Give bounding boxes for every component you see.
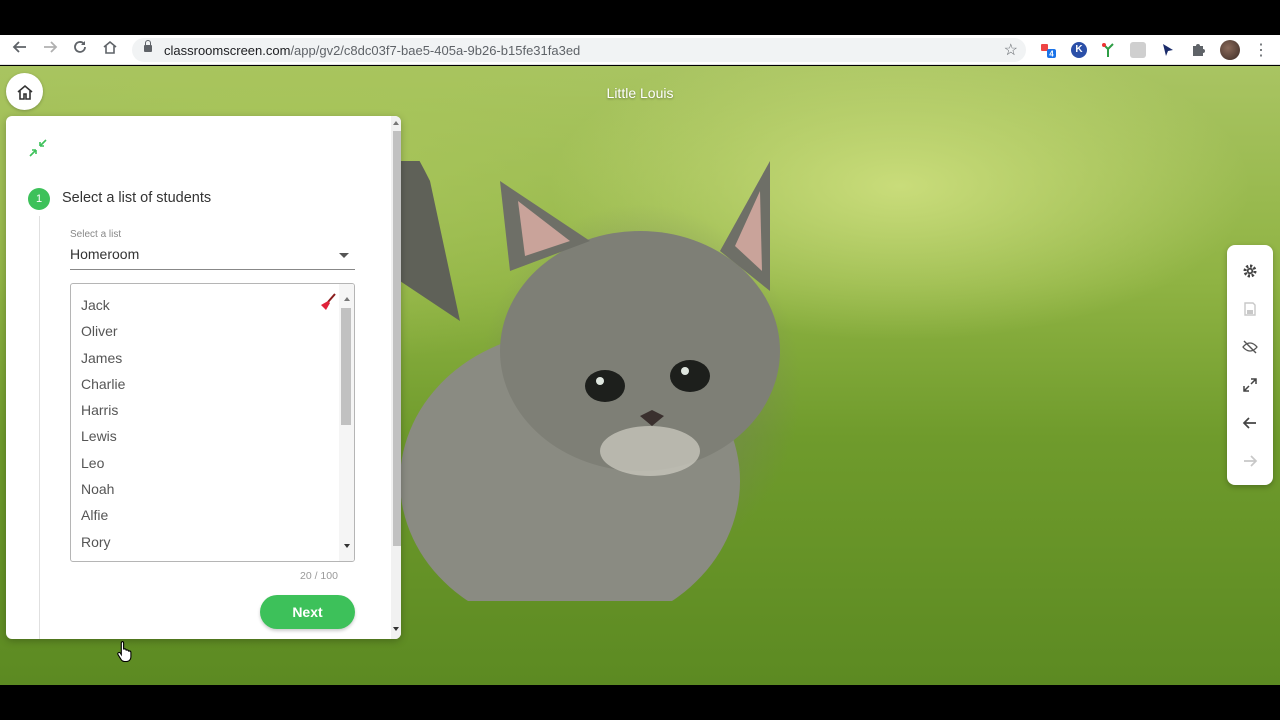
list-item[interactable]: Noah xyxy=(81,476,125,502)
kitten-image xyxy=(400,161,780,601)
url-path: /app/gv2/c8dc03f7-bae5-405a-9b26-b15fe31… xyxy=(290,43,581,58)
top-black-band xyxy=(0,0,1280,35)
k-extension-icon[interactable]: K xyxy=(1071,42,1087,58)
step-number: 1 xyxy=(28,188,50,210)
hide-icon[interactable] xyxy=(1238,335,1262,359)
student-names-textarea[interactable]: Jack Oliver James Charlie Harris Lewis L… xyxy=(70,283,355,562)
extension-badge-count: 4 xyxy=(1049,50,1054,59)
panel-scroll-up-icon[interactable] xyxy=(393,121,399,125)
grey-extension-icon[interactable] xyxy=(1130,42,1146,58)
home-icon xyxy=(16,84,33,100)
list-item[interactable]: Lewis xyxy=(81,423,125,449)
student-list: Jack Oliver James Charlie Harris Lewis L… xyxy=(81,292,125,555)
list-item[interactable]: James xyxy=(81,345,125,371)
undo-arrow-icon[interactable] xyxy=(1238,411,1262,435)
cursor-extension-icon[interactable] xyxy=(1160,42,1176,58)
wallpaper-title: Little Louis xyxy=(606,85,674,101)
panel-scroll-down-icon[interactable] xyxy=(393,627,399,631)
bookmark-star-icon[interactable]: ☆ xyxy=(1004,40,1018,60)
url-host: classroomscreen.com xyxy=(164,43,291,58)
hand-cursor-icon xyxy=(116,640,134,663)
select-list-caption: Select a list xyxy=(70,229,122,240)
list-item[interactable]: Rory xyxy=(81,529,125,555)
profile-avatar[interactable] xyxy=(1220,40,1240,60)
bottom-black-band xyxy=(0,685,1280,720)
puzzle-extensions-icon[interactable] xyxy=(1190,42,1206,58)
list-item[interactable]: Oliver xyxy=(81,318,125,344)
list-item[interactable]: Harris xyxy=(81,397,125,423)
address-bar[interactable]: classroomscreen.com/app/gv2/c8dc03f7-bae… xyxy=(132,38,1026,62)
select-underline xyxy=(70,269,355,270)
clear-broom-icon[interactable] xyxy=(319,293,337,311)
step-title: Select a list of students xyxy=(62,190,212,206)
extension-badge-icon[interactable]: 4 xyxy=(1040,42,1056,59)
list-item[interactable]: Jack xyxy=(81,292,125,318)
url-text: classroomscreen.com/app/gv2/c8dc03f7-bae… xyxy=(164,43,580,58)
step-connector-line xyxy=(39,216,40,639)
reload-icon[interactable] xyxy=(69,39,91,61)
name-counter: 20 / 100 xyxy=(300,570,338,582)
gear-icon[interactable] xyxy=(1238,259,1262,283)
browser-toolbar: classroomscreen.com/app/gv2/c8dc03f7-bae… xyxy=(0,35,1280,65)
browser-menu-icon[interactable]: ⋮ xyxy=(1253,40,1269,60)
chevron-down-icon[interactable] xyxy=(339,253,349,258)
list-item[interactable]: Leo xyxy=(81,450,125,476)
list-item[interactable]: Alfie xyxy=(81,502,125,528)
plant-extension-icon[interactable] xyxy=(1100,42,1116,58)
lock-icon xyxy=(144,40,152,53)
wallpaper-background: Little Louis 1 Select a list of students… xyxy=(0,66,1280,685)
next-button[interactable]: Next xyxy=(260,595,355,629)
forward-arrow-icon[interactable] xyxy=(39,39,61,61)
random-name-panel: 1 Select a list of students Select a lis… xyxy=(6,116,401,639)
list-scroll-up-icon[interactable] xyxy=(344,297,350,301)
save-icon[interactable] xyxy=(1238,297,1262,321)
home-browser-icon[interactable] xyxy=(99,39,121,61)
fullscreen-icon[interactable] xyxy=(1238,373,1262,397)
list-scroll-down-icon[interactable] xyxy=(344,544,350,548)
side-toolbar xyxy=(1227,245,1273,485)
back-arrow-icon[interactable] xyxy=(9,39,31,61)
home-button[interactable] xyxy=(6,73,43,110)
panel-scroll-thumb[interactable] xyxy=(393,131,401,546)
collapse-icon[interactable] xyxy=(28,138,48,158)
list-scroll-thumb[interactable] xyxy=(341,308,351,425)
list-select[interactable]: Homeroom xyxy=(70,246,139,262)
list-item[interactable]: Charlie xyxy=(81,371,125,397)
redo-arrow-icon[interactable] xyxy=(1238,449,1262,473)
